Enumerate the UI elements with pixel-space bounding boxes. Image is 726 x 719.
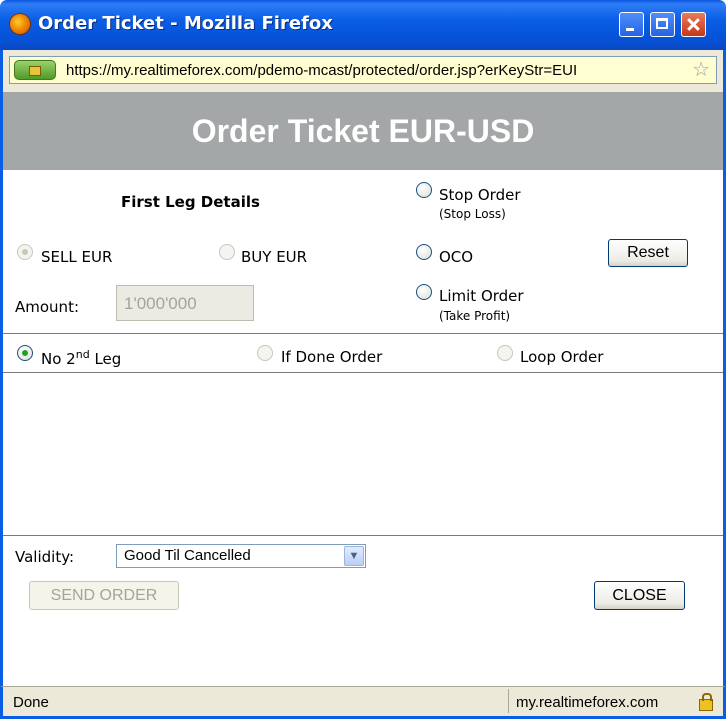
close-icon[interactable]	[681, 12, 706, 37]
sell-eur-label: SELL EUR	[41, 248, 113, 266]
oco-label: OCO	[439, 248, 474, 266]
loop-order-radio[interactable]	[497, 345, 513, 361]
no-second-leg-radio[interactable]	[17, 345, 33, 361]
site-identity-icon[interactable]	[14, 60, 56, 80]
url-field[interactable]: https://my.realtimeforex.com/pdemo-mcast…	[9, 56, 717, 84]
first-leg-heading: First Leg Details	[121, 193, 260, 211]
chevron-down-icon[interactable]: ▼	[344, 546, 364, 566]
maximize-icon[interactable]	[650, 12, 675, 37]
no-second-leg-suffix: Leg	[89, 350, 122, 368]
page-title: Order Ticket EUR-USD	[191, 113, 535, 149]
oco-radio[interactable]	[416, 244, 432, 260]
order-ticket-header: Order Ticket EUR-USD	[0, 92, 726, 170]
stop-order-sublabel: (Stop Loss)	[439, 207, 506, 221]
send-order-button[interactable]: SEND ORDER	[29, 581, 179, 610]
no-second-leg-label: No 2nd Leg	[41, 348, 121, 368]
status-text: Done	[13, 694, 49, 711]
minimize-icon[interactable]	[619, 12, 644, 37]
stop-order-label: Stop Order	[439, 186, 521, 204]
close-button[interactable]: CLOSE	[594, 581, 685, 610]
divider	[3, 535, 723, 536]
validity-value: Good Til Cancelled	[124, 547, 251, 564]
validity-select[interactable]: Good Til Cancelled ▼	[116, 544, 366, 568]
location-bar: https://my.realtimeforex.com/pdemo-mcast…	[0, 50, 726, 92]
amount-input[interactable]: 1'000'000	[116, 285, 254, 321]
status-host: my.realtimeforex.com	[516, 694, 659, 711]
firefox-icon	[10, 14, 30, 34]
status-bar: Done my.realtimeforex.com	[0, 686, 726, 719]
window-title: Order Ticket - Mozilla Firefox	[38, 13, 333, 34]
stop-order-radio[interactable]	[416, 182, 432, 198]
reset-button[interactable]: Reset	[608, 239, 688, 267]
no-second-leg-text: No 2	[41, 350, 76, 368]
url-text[interactable]: https://my.realtimeforex.com/pdemo-mcast…	[66, 62, 686, 79]
no-second-leg-sup: nd	[75, 348, 90, 361]
window-title-bar[interactable]: Order Ticket - Mozilla Firefox	[0, 0, 726, 50]
second-leg-panel	[3, 373, 723, 534]
divider	[3, 333, 723, 334]
if-done-order-radio[interactable]	[257, 345, 273, 361]
padlock-icon[interactable]	[699, 693, 713, 711]
limit-order-label: Limit Order	[439, 287, 524, 305]
limit-order-sublabel: (Take Profit)	[439, 309, 511, 323]
loop-order-label: Loop Order	[520, 348, 604, 366]
amount-label: Amount:	[15, 298, 79, 316]
limit-order-radio[interactable]	[416, 284, 432, 300]
status-separator	[508, 689, 509, 713]
validity-label: Validity:	[15, 548, 75, 566]
order-form: First Leg Details Stop Order (Stop Loss)…	[0, 170, 726, 686]
buy-eur-label: BUY EUR	[241, 248, 308, 266]
sell-eur-radio[interactable]	[17, 244, 33, 260]
buy-eur-radio[interactable]	[219, 244, 235, 260]
if-done-order-label: If Done Order	[281, 348, 383, 366]
bookmark-star-icon[interactable]: ☆	[692, 59, 710, 79]
